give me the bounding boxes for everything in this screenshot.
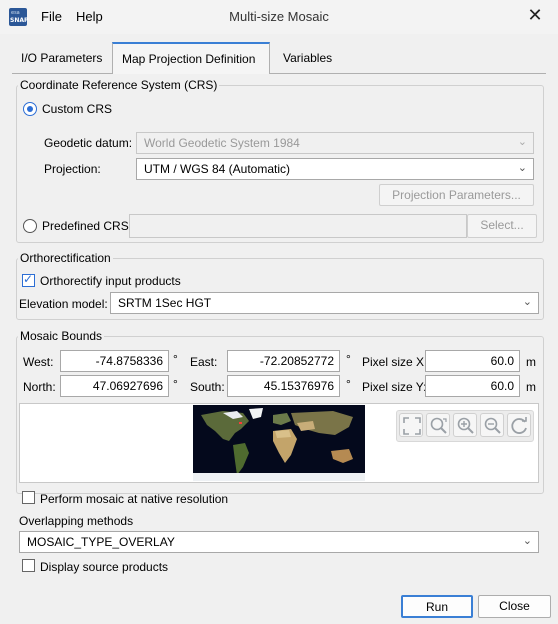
east-input[interactable]: -72.20852772 <box>227 350 340 372</box>
chevron-down-icon: ⌄ <box>522 295 532 308</box>
pixel-size-y-unit: m <box>526 380 536 394</box>
select-crs-button[interactable]: Select... <box>467 214 537 238</box>
crs-group-label: Coordinate Reference System (CRS) <box>18 78 220 92</box>
custom-crs-label: Custom CRS <box>42 102 113 116</box>
native-resolution-label: Perform mosaic at native resolution <box>40 492 229 506</box>
geodetic-datum-dropdown: World Geodetic System 1984 ⌄ <box>136 132 534 154</box>
elevation-model-label: Elevation model: <box>19 297 108 311</box>
custom-crs-radio[interactable] <box>23 102 37 116</box>
zoom-in-icon <box>457 417 474 434</box>
zoom-all-button[interactable] <box>399 413 423 437</box>
north-label: North: <box>23 380 56 394</box>
elevation-model-dropdown[interactable]: SRTM 1Sec HGT ⌄ <box>110 292 539 314</box>
geodetic-datum-label: Geodetic datum: <box>44 136 133 150</box>
pixel-size-x-label: Pixel size X: <box>362 355 428 369</box>
predefined-crs-radio[interactable] <box>23 219 37 233</box>
close-window-icon[interactable]: ✕ <box>523 4 547 28</box>
mosaic-bounds-group-label: Mosaic Bounds <box>18 329 105 343</box>
orthorectification-group-label: Orthorectification <box>18 251 113 265</box>
tab-map-projection-definition[interactable]: Map Projection Definition <box>112 42 270 74</box>
pixel-size-x-unit: m <box>526 355 536 369</box>
overlapping-methods-dropdown[interactable]: MOSAIC_TYPE_OVERLAY ⌄ <box>19 531 539 553</box>
south-input[interactable]: 45.15376976 <box>227 375 340 397</box>
pixel-size-x-input[interactable]: 60.0 <box>425 350 520 372</box>
geodetic-datum-value: World Geodetic System 1984 <box>144 136 300 150</box>
chevron-down-icon: ⌄ <box>522 534 532 547</box>
predefined-crs-field <box>129 214 467 238</box>
display-source-products-label: Display source products <box>40 560 169 574</box>
chevron-down-icon: ⌄ <box>517 161 527 174</box>
elevation-model-value: SRTM 1Sec HGT <box>118 296 212 310</box>
predefined-crs-label: Predefined CRS <box>42 219 129 233</box>
projection-value: UTM / WGS 84 (Automatic) <box>144 162 291 176</box>
world-map-graphic <box>193 405 365 481</box>
south-label: South: <box>190 380 225 394</box>
display-source-products-checkbox[interactable] <box>22 559 35 572</box>
south-degree: ° <box>346 377 351 391</box>
projection-label: Projection: <box>44 162 101 176</box>
map-nav-controls <box>396 410 534 442</box>
close-button[interactable]: Close <box>478 595 551 618</box>
chevron-down-icon: ⌄ <box>517 135 527 148</box>
tab-variables[interactable]: Variables <box>274 45 341 74</box>
west-input[interactable]: -74.8758336 <box>60 350 169 372</box>
world-map-image[interactable] <box>193 405 365 481</box>
north-degree: ° <box>173 377 178 391</box>
overlapping-methods-value: MOSAIC_TYPE_OVERLAY <box>27 535 175 549</box>
tab-io-parameters[interactable]: I/O Parameters <box>12 45 111 74</box>
west-degree: ° <box>173 352 178 366</box>
orthorectify-label: Orthorectify input products <box>40 274 181 288</box>
overlapping-methods-label: Overlapping methods <box>19 514 134 528</box>
east-label: East: <box>190 355 218 369</box>
zoom-out-button[interactable] <box>480 413 504 437</box>
zoom-all-icon <box>403 417 421 435</box>
run-button[interactable]: Run <box>401 595 473 618</box>
zoom-in-button[interactable] <box>453 413 477 437</box>
window-title: Multi-size Mosaic <box>229 9 329 24</box>
pixel-size-y-label: Pixel size Y: <box>362 380 427 394</box>
zoom-tool-button[interactable] <box>426 413 450 437</box>
zoom-out-icon <box>484 417 501 434</box>
orthorectify-checkbox[interactable] <box>22 272 35 287</box>
west-label: West: <box>23 355 54 369</box>
sync-button[interactable] <box>507 413 531 437</box>
zoom-tool-icon <box>430 417 447 434</box>
native-resolution-checkbox[interactable] <box>22 491 35 504</box>
projection-dropdown[interactable]: UTM / WGS 84 (Automatic) ⌄ <box>136 158 534 180</box>
pixel-size-y-input[interactable]: 60.0 <box>425 375 520 397</box>
projection-parameters-button[interactable]: Projection Parameters... <box>379 184 534 206</box>
sync-icon <box>511 417 527 434</box>
east-degree: ° <box>346 352 351 366</box>
north-input[interactable]: 47.06927696 <box>60 375 169 397</box>
